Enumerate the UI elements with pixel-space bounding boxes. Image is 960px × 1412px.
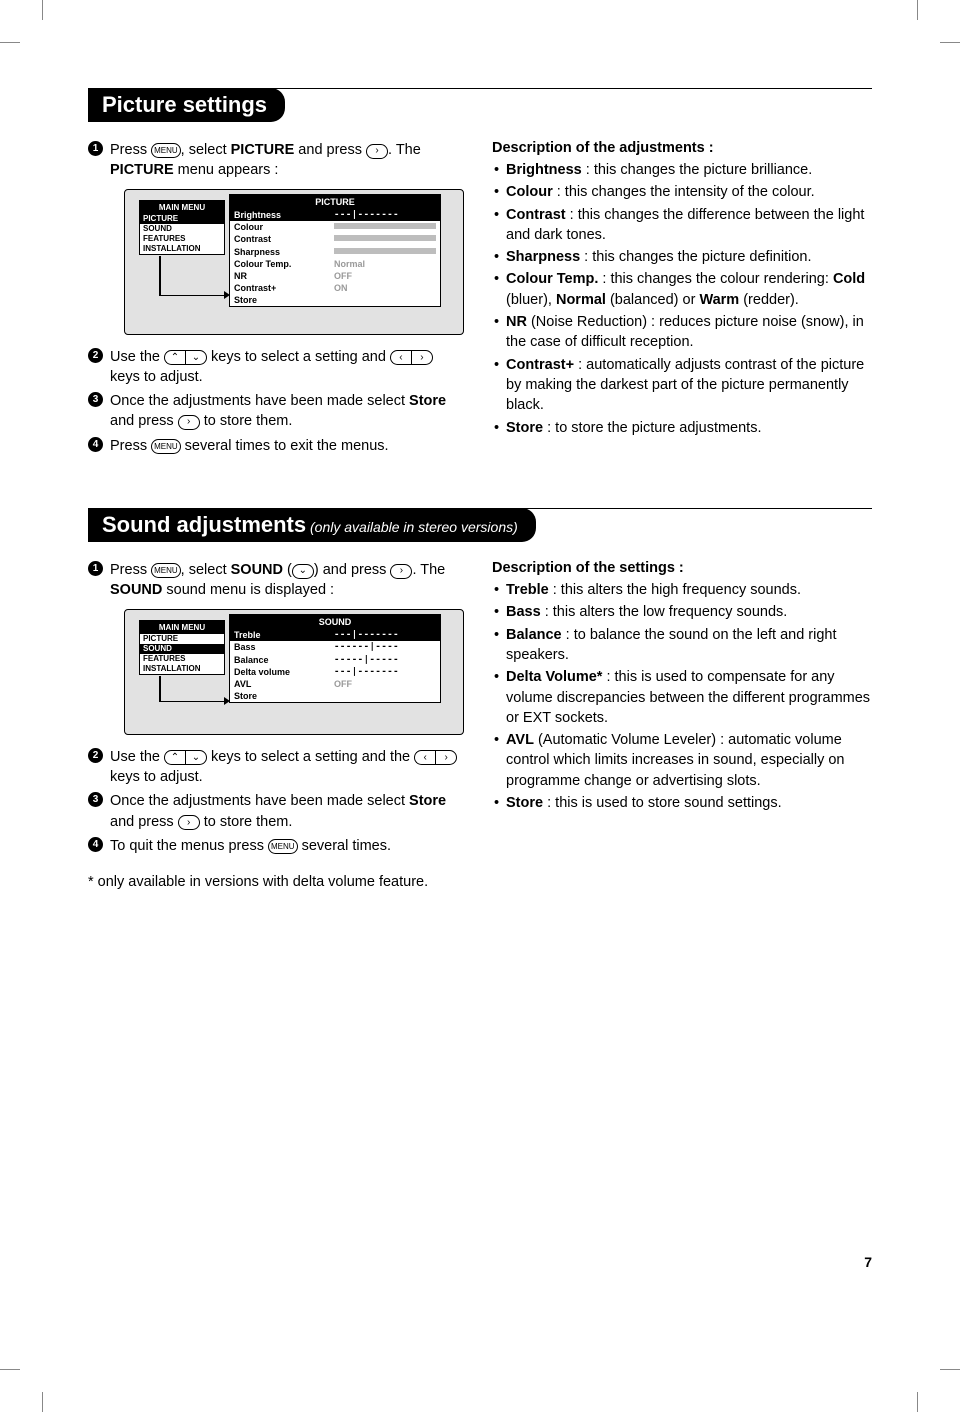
- osd-mm-item: SOUND: [140, 224, 224, 234]
- desc-item: Contrast : this changes the difference b…: [492, 205, 872, 246]
- sound-footnote: * only available in versions with delta …: [88, 874, 460, 890]
- picture-columns: Press MENU, select PICTURE and press ›. …: [88, 140, 872, 460]
- sound-steps: Press MENU, select SOUND (⌄) and press ›…: [88, 560, 460, 856]
- section-title: Picture settings: [102, 92, 267, 117]
- picture-right-col: Description of the adjustments : Brightn…: [492, 140, 872, 460]
- section-header-picture: Picture settings: [88, 88, 285, 122]
- desc-item: Store : this is used to store sound sett…: [492, 793, 872, 813]
- desc-item: Brightness : this changes the picture br…: [492, 160, 872, 180]
- osd-mm-item: FEATURES: [140, 234, 224, 244]
- menu-button-icon: MENU: [151, 143, 181, 158]
- sound-right-col: Description of the settings : Treble : t…: [492, 560, 872, 890]
- osd-sound-panel: SOUND Treble---|------- Bass------|---- …: [229, 614, 441, 703]
- desc-item: AVL (Automatic Volume Leveler) : automat…: [492, 730, 872, 791]
- menu-button-icon: MENU: [151, 563, 181, 578]
- picture-desc-list: Brightness : this changes the picture br…: [492, 160, 872, 438]
- desc-item: Contrast+ : automatically adjusts contra…: [492, 355, 872, 416]
- osd-row: Colour: [230, 221, 440, 233]
- picture-step-4: Press MENU several times to exit the men…: [88, 436, 460, 456]
- osd-row: Store: [230, 294, 440, 306]
- right-arrow-icon: ›: [390, 564, 412, 579]
- sound-step-2: Use the ⌃⌄ keys to select a setting and …: [88, 747, 460, 788]
- desc-item: Treble : this alters the high frequency …: [492, 580, 872, 600]
- osd-row: AVLOFF: [230, 678, 440, 690]
- section-title: Sound adjustments: [102, 512, 306, 537]
- picture-desc-title: Description of the adjustments :: [492, 140, 872, 156]
- osd-row: Contrast: [230, 233, 440, 245]
- right-arrow-icon: ›: [366, 144, 388, 159]
- osd-connector: [159, 295, 225, 297]
- osd-main-menu-title: MAIN MENU: [140, 201, 224, 214]
- left-right-arrow-icon: ‹›: [390, 349, 433, 365]
- osd-row: Store: [230, 690, 440, 702]
- picture-steps: Press MENU, select PICTURE and press ›. …: [88, 140, 460, 456]
- osd-mm-item: SOUND: [140, 644, 224, 654]
- osd-picture-menu: MAIN MENU PICTURE SOUND FEATURES INSTALL…: [124, 189, 464, 335]
- desc-item: NR (Noise Reduction) : reduces picture n…: [492, 312, 872, 353]
- page-number: 7: [864, 1254, 872, 1270]
- picture-step-1: Press MENU, select PICTURE and press ›. …: [88, 140, 460, 335]
- right-arrow-icon: ›: [178, 415, 200, 430]
- down-arrow-icon: ⌄: [292, 564, 314, 579]
- picture-step-3: Once the adjustments have been made sele…: [88, 391, 460, 432]
- menu-button-icon: MENU: [268, 839, 298, 854]
- sound-step-1: Press MENU, select SOUND (⌄) and press ›…: [88, 560, 460, 735]
- desc-item: Balance : to balance the sound on the le…: [492, 625, 872, 666]
- osd-mm-item: INSTALLATION: [140, 664, 224, 674]
- osd-connector: [159, 256, 161, 296]
- picture-left-col: Press MENU, select PICTURE and press ›. …: [88, 140, 460, 460]
- desc-item: Colour : this changes the intensity of t…: [492, 182, 872, 202]
- osd-picture-panel: PICTURE Brightness---|------- Colour Con…: [229, 194, 441, 308]
- desc-item: Sharpness : this changes the picture def…: [492, 247, 872, 267]
- sound-step-4: To quit the menus press MENU several tim…: [88, 836, 460, 856]
- osd-main-menu: MAIN MENU PICTURE SOUND FEATURES INSTALL…: [139, 620, 225, 675]
- desc-item: Delta Volume* : this is used to compensa…: [492, 667, 872, 728]
- osd-row: Bass------|----: [230, 641, 440, 653]
- osd-panel-title: PICTURE: [230, 195, 440, 210]
- up-down-arrow-icon: ⌃⌄: [164, 349, 207, 365]
- sound-step-3: Once the adjustments have been made sele…: [88, 791, 460, 832]
- menu-button-icon: MENU: [151, 439, 181, 454]
- desc-item: Store : to store the picture adjustments…: [492, 418, 872, 438]
- sound-desc-list: Treble : this alters the high frequency …: [492, 580, 872, 813]
- osd-mm-item: PICTURE: [140, 214, 224, 224]
- up-down-arrow-icon: ⌃⌄: [164, 749, 207, 765]
- osd-row: Sharpness: [230, 246, 440, 258]
- right-arrow-icon: ›: [178, 815, 200, 830]
- osd-mm-item: PICTURE: [140, 634, 224, 644]
- osd-row: Colour Temp.Normal: [230, 258, 440, 270]
- desc-item: Bass : this alters the low frequency sou…: [492, 602, 872, 622]
- page-content: Picture settings Press MENU, select PICT…: [88, 88, 872, 890]
- osd-row: Balance-----|-----: [230, 654, 440, 666]
- section-header-sound: Sound adjustments (only available in ste…: [88, 508, 536, 542]
- section-subtitle: (only available in stereo versions): [306, 519, 518, 535]
- desc-item: Colour Temp. : this changes the colour r…: [492, 269, 872, 310]
- osd-connector: [159, 701, 225, 703]
- left-right-arrow-icon: ‹›: [414, 749, 457, 765]
- osd-row: Contrast+ON: [230, 282, 440, 294]
- osd-sound-menu: MAIN MENU PICTURE SOUND FEATURES INSTALL…: [124, 609, 464, 735]
- osd-panel-title: SOUND: [230, 615, 440, 630]
- sound-left-col: Press MENU, select SOUND (⌄) and press ›…: [88, 560, 460, 890]
- osd-mm-item: FEATURES: [140, 654, 224, 664]
- osd-main-menu: MAIN MENU PICTURE SOUND FEATURES INSTALL…: [139, 200, 225, 255]
- osd-main-menu-title: MAIN MENU: [140, 621, 224, 634]
- osd-row: Treble---|-------: [230, 629, 440, 641]
- osd-connector: [159, 676, 161, 702]
- osd-mm-item: INSTALLATION: [140, 244, 224, 254]
- sound-columns: Press MENU, select SOUND (⌄) and press ›…: [88, 560, 872, 890]
- osd-row: Brightness---|-------: [230, 209, 440, 221]
- osd-row: Delta volume---|-------: [230, 666, 440, 678]
- osd-row: NROFF: [230, 270, 440, 282]
- picture-step-2: Use the ⌃⌄ keys to select a setting and …: [88, 347, 460, 388]
- sound-desc-title: Description of the settings :: [492, 560, 872, 576]
